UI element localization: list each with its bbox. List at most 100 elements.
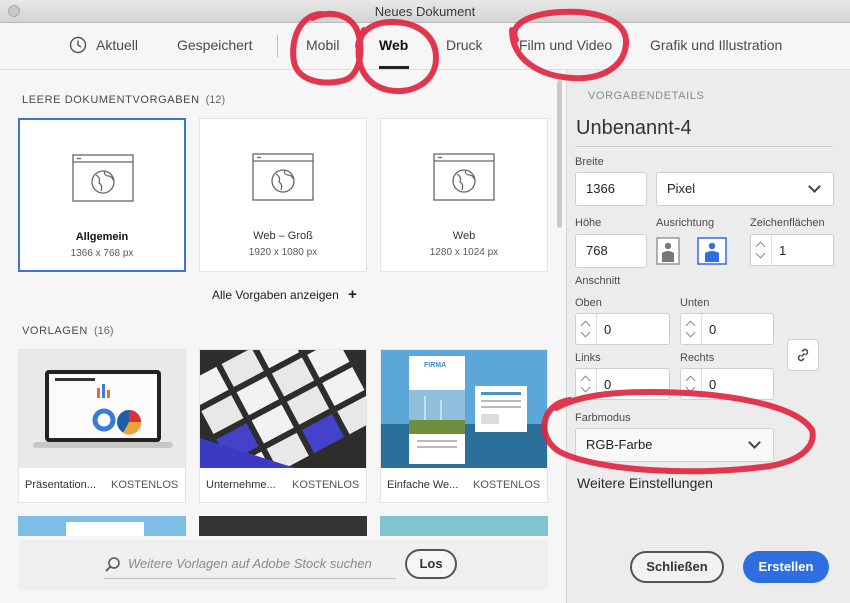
artboards-value: 1 [779, 243, 787, 258]
create-button[interactable]: Erstellen [743, 551, 829, 583]
stepper-arrows[interactable] [576, 314, 597, 344]
template-card-unternehmen[interactable]: Unternehme... KOSTENLOS [199, 349, 367, 503]
unit-value: Pixel [667, 181, 696, 196]
tab-mobil[interactable]: Mobil [306, 37, 339, 53]
bleed-bottom-value: 0 [709, 322, 717, 337]
width-value: 1366 [586, 181, 615, 196]
details-section-title: VORGABENDETAILS [588, 90, 705, 102]
template-name: Einfache We... [387, 479, 459, 491]
height-label: Höhe [575, 217, 602, 229]
search-go-button[interactable]: Los [405, 549, 457, 579]
portrait-orientation-icon[interactable] [656, 237, 680, 265]
template-thumbnail: FIRMA [381, 350, 547, 468]
bleed-top-stepper[interactable]: 0 [575, 313, 670, 345]
stepper-arrows[interactable] [681, 369, 702, 399]
preset-name: Web [452, 230, 476, 242]
more-settings-link[interactable]: Weitere Einstellungen [577, 475, 713, 491]
template-name: Präsentation... [25, 479, 96, 491]
template-badge: KOSTENLOS [473, 479, 541, 491]
preset-size: 1366 x 768 px [70, 248, 134, 259]
bleed-right-label: Rechts [680, 352, 715, 364]
bleed-bottom-label: Unten [680, 297, 710, 309]
bleed-top-label: Oben [575, 297, 602, 309]
web-document-icon [252, 153, 314, 201]
thumbnail-title: FIRMA [424, 362, 447, 369]
artboards-stepper[interactable]: 1 [750, 234, 834, 266]
preset-name: Web – Groß [253, 230, 313, 242]
preset-card-allgemein[interactable]: Allgemein 1366 x 768 px [18, 118, 186, 272]
width-label: Breite [575, 156, 604, 168]
presets-title: LEERE DOKUMENTVORGABEN [22, 94, 200, 106]
template-card-partial[interactable] [380, 516, 548, 536]
bleed-bottom-stepper[interactable]: 0 [680, 313, 774, 345]
template-card-partial[interactable] [18, 516, 186, 536]
width-input[interactable]: 1366 [575, 172, 647, 206]
web-document-icon [72, 154, 134, 202]
templates-title: VORLAGEN [22, 325, 88, 337]
tab-aktuell[interactable]: Aktuell [96, 37, 138, 53]
bleed-right-value: 0 [709, 377, 717, 392]
tab-druck[interactable]: Druck [446, 37, 483, 53]
window-title: Neues Dokument [374, 4, 476, 19]
stepper-arrows[interactable] [681, 314, 702, 344]
bleed-left-value: 0 [604, 377, 612, 392]
tab-film-und-video[interactable]: Film und Video [519, 37, 612, 53]
document-name-field[interactable]: Unbenannt-4 [575, 112, 833, 147]
colormode-value: RGB-Farbe [586, 437, 653, 452]
template-card-partial[interactable] [199, 516, 367, 536]
bleed-right-stepper[interactable]: 0 [680, 368, 774, 400]
bleed-left-stepper[interactable]: 0 [575, 368, 670, 400]
clock-icon [69, 36, 87, 54]
unit-select[interactable]: Pixel [656, 172, 834, 206]
link-icon [797, 348, 809, 362]
preset-card-web-gross[interactable]: Web – Groß 1920 x 1080 px [199, 118, 367, 272]
plus-icon: + [348, 286, 357, 303]
active-tab-indicator [379, 66, 409, 69]
stepper-arrows[interactable] [576, 369, 597, 399]
height-input[interactable]: 768 [575, 234, 647, 268]
landscape-orientation-icon[interactable] [697, 237, 727, 265]
stock-search-input[interactable]: Weitere Vorlagen auf Adobe Stock suchen [104, 550, 396, 579]
web-document-icon [433, 153, 495, 201]
preset-size: 1920 x 1080 px [248, 247, 318, 258]
template-badge: KOSTENLOS [111, 479, 179, 491]
preset-card-web[interactable]: Web 1280 x 1024 px [380, 118, 548, 272]
stock-search-bar: Weitere Vorlagen auf Adobe Stock suchen … [18, 540, 548, 590]
chevron-down-icon [748, 436, 761, 449]
templates-count: (16) [93, 325, 114, 337]
colormode-select[interactable]: RGB-Farbe [575, 428, 774, 462]
show-all-label: Alle Vorgaben anzeigen [212, 288, 339, 302]
template-card-einfache-web[interactable]: FIRMA Einfache We... KOSTENLOS [380, 349, 548, 503]
templates-header: VORLAGEN (16) [22, 321, 114, 339]
artboards-label: Zeichenflächen [750, 217, 825, 229]
close-button[interactable]: Schließen [630, 551, 724, 583]
preset-size: 1280 x 1024 px [429, 247, 499, 258]
template-card-praesentation[interactable]: Präsentation... KOSTENLOS [18, 349, 186, 503]
show-all-presets-link[interactable]: Alle Vorgaben anzeigen + [212, 286, 357, 303]
tab-separator [277, 35, 278, 57]
presets-count: (12) [205, 94, 226, 106]
document-name: Unbenannt-4 [576, 117, 692, 139]
title-bar: Neues Dokument [0, 0, 850, 23]
category-tab-bar: Aktuell Gespeichert Mobil Web Druck Film… [0, 23, 850, 70]
bleed-top-value: 0 [604, 322, 612, 337]
tab-gespeichert[interactable]: Gespeichert [177, 37, 252, 53]
link-bleed-button[interactable] [787, 339, 819, 371]
stepper-arrows[interactable] [751, 235, 772, 265]
presets-header: LEERE DOKUMENTVORGABEN (12) [22, 90, 225, 108]
scrollbar[interactable] [557, 80, 562, 228]
bleed-label: Anschnitt [575, 275, 621, 287]
colormode-label: Farbmodus [575, 412, 631, 424]
orientation-label: Ausrichtung [656, 217, 715, 229]
preset-name: Allgemein [75, 231, 129, 243]
bleed-left-label: Links [575, 352, 601, 364]
chevron-down-icon [808, 180, 821, 193]
tab-grafik-und-illustration[interactable]: Grafik und Illustration [650, 37, 782, 53]
template-thumbnail [19, 350, 185, 468]
search-placeholder: Weitere Vorlagen auf Adobe Stock suchen [128, 556, 372, 571]
template-badge: KOSTENLOS [292, 479, 360, 491]
tab-web[interactable]: Web [379, 37, 408, 53]
template-name: Unternehme... [206, 479, 276, 491]
template-thumbnail [200, 350, 366, 468]
height-value: 768 [586, 243, 608, 258]
